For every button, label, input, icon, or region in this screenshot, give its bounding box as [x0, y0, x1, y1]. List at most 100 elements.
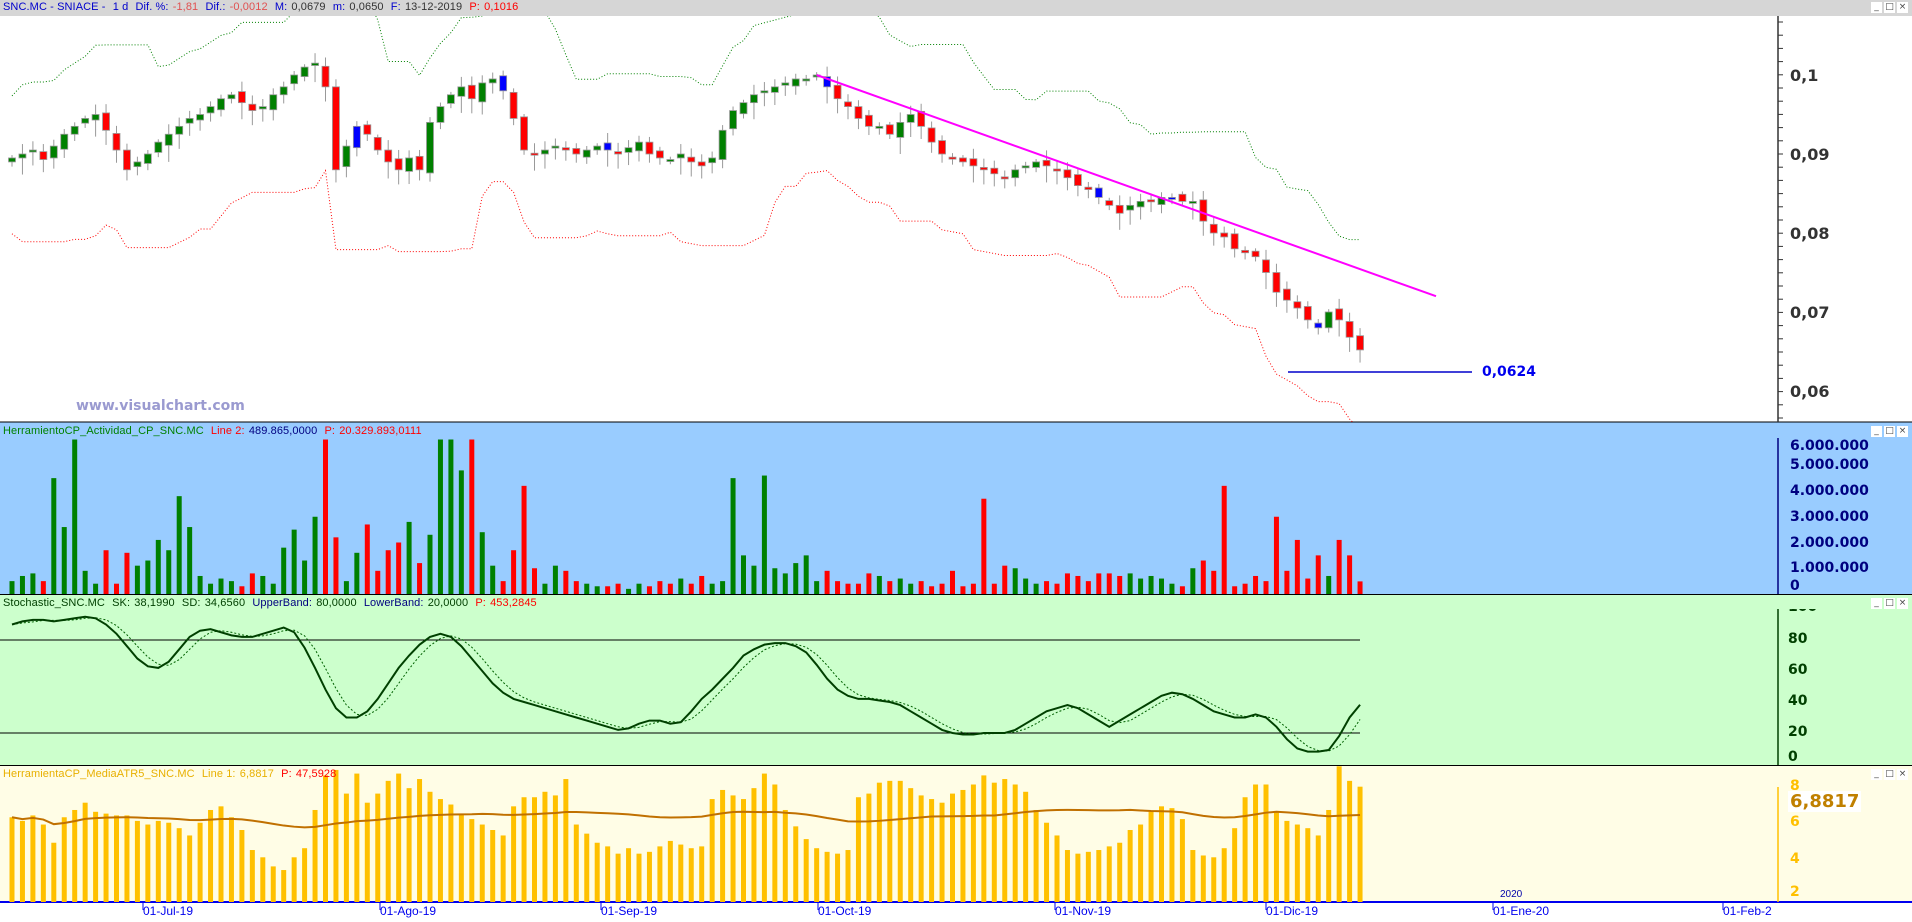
atr-line-value: 6,8817	[239, 768, 274, 780]
volume-bar	[1357, 581, 1363, 594]
volume-axis: 6.000.000 5.000.000 4.000.000 3.000.000 …	[1779, 438, 1912, 594]
atr-bar	[103, 813, 109, 902]
atr-bar	[991, 782, 997, 902]
candle	[1293, 301, 1302, 309]
atr-bar	[1054, 835, 1060, 902]
candle	[1084, 186, 1093, 190]
volume-bar	[824, 570, 830, 594]
sd-value: 34,6560	[204, 597, 246, 609]
volume-bar	[1044, 581, 1050, 594]
volume-bar	[103, 550, 109, 594]
stoch-tick: 80	[1788, 631, 1808, 647]
candle	[1178, 193, 1187, 202]
volume-bar	[166, 550, 172, 594]
chart-canvas[interactable]	[0, 0, 1912, 922]
atr-bar	[584, 833, 590, 902]
volume-tick: 0	[1790, 578, 1800, 594]
atr-bar	[1012, 784, 1018, 902]
dif-pct-value: -1,81	[172, 1, 199, 13]
atr-bar	[1179, 819, 1185, 902]
candle	[81, 118, 90, 124]
candle	[91, 114, 100, 121]
price-tick: 0,08	[1790, 224, 1830, 243]
maximize-button[interactable]: □	[1884, 426, 1895, 437]
volume-bar	[1273, 516, 1279, 594]
atr-current-value: 6,8817	[1788, 791, 1862, 812]
volume-panel[interactable]	[0, 422, 1912, 594]
candle	[185, 118, 194, 124]
date-tick: 01-Dic-19	[1266, 904, 1319, 918]
close-button[interactable]: ×	[1897, 2, 1908, 13]
candle	[1168, 197, 1176, 200]
minimize-button[interactable]: _	[1871, 2, 1882, 13]
maximize-button[interactable]: □	[1884, 769, 1895, 780]
atr-bar	[678, 844, 684, 902]
volume-bar	[406, 521, 412, 594]
atr-bar	[302, 848, 308, 902]
atr-bar	[918, 795, 924, 902]
maximize-button[interactable]: □	[1884, 2, 1895, 13]
volume-tick: 4.000.000	[1790, 483, 1869, 499]
volume-indicator-name: HerramientoCP_Actividad_CP_SNC.MC	[3, 425, 204, 437]
atr-bar	[605, 846, 611, 902]
close-button[interactable]: ×	[1897, 598, 1908, 609]
minimize-button[interactable]: _	[1871, 769, 1882, 780]
stoch-tick: 0	[1788, 749, 1798, 765]
dif-value: -0,0012	[229, 1, 268, 13]
volume-bar	[646, 586, 652, 594]
volume-bar	[500, 581, 506, 594]
candle	[133, 161, 142, 168]
volume-bar	[114, 583, 119, 594]
candle	[948, 156, 957, 160]
maximize-button[interactable]: □	[1884, 598, 1895, 609]
minimize-button[interactable]: _	[1871, 598, 1882, 609]
atr-bar	[72, 809, 78, 902]
candle	[154, 141, 163, 153]
candle	[1283, 288, 1291, 301]
volume-bar	[354, 552, 360, 594]
close-button[interactable]: ×	[1897, 426, 1908, 437]
candle	[1303, 306, 1312, 321]
atr-bar	[1159, 806, 1164, 902]
volume-bar	[1012, 568, 1018, 594]
atr-bar	[970, 784, 976, 902]
volume-bar	[490, 565, 496, 594]
atr-bar	[1305, 828, 1311, 902]
candle	[352, 125, 361, 149]
candle	[666, 159, 675, 162]
date-label: F:	[390, 1, 401, 13]
candle	[227, 94, 236, 100]
close-button[interactable]: ×	[1897, 769, 1908, 780]
volume-bar	[1211, 570, 1217, 594]
candle	[60, 133, 69, 150]
minimize-button[interactable]: _	[1871, 426, 1882, 437]
volume-bar	[333, 537, 339, 594]
atr-bar	[657, 846, 663, 902]
candle	[394, 158, 403, 171]
atr-bar	[720, 789, 726, 902]
volume-bar	[1138, 578, 1144, 594]
candle	[123, 149, 131, 171]
price-panel[interactable]	[0, 16, 1912, 422]
stochastic-panel[interactable]	[0, 595, 1912, 765]
candle	[1000, 176, 1009, 180]
atr-bar	[1190, 850, 1196, 902]
candle	[1126, 204, 1135, 211]
volume-bar	[270, 583, 276, 594]
atr-bar	[19, 820, 25, 902]
atr-panel[interactable]	[0, 766, 1912, 902]
candle	[258, 106, 267, 110]
atr-bar	[594, 842, 600, 902]
volume-bar	[855, 583, 861, 594]
atr-bar	[908, 788, 914, 902]
atr-bar	[552, 795, 558, 902]
atr-bar	[866, 793, 872, 902]
sk-label: SK:	[112, 597, 131, 609]
atr-bar	[803, 839, 809, 902]
volume-tick: 3.000.000	[1790, 509, 1869, 525]
volume-bar	[772, 568, 778, 594]
candle	[478, 82, 487, 103]
atr-bar	[636, 853, 642, 902]
atr-bar	[208, 809, 214, 902]
price-tick: 0,09	[1790, 145, 1830, 164]
